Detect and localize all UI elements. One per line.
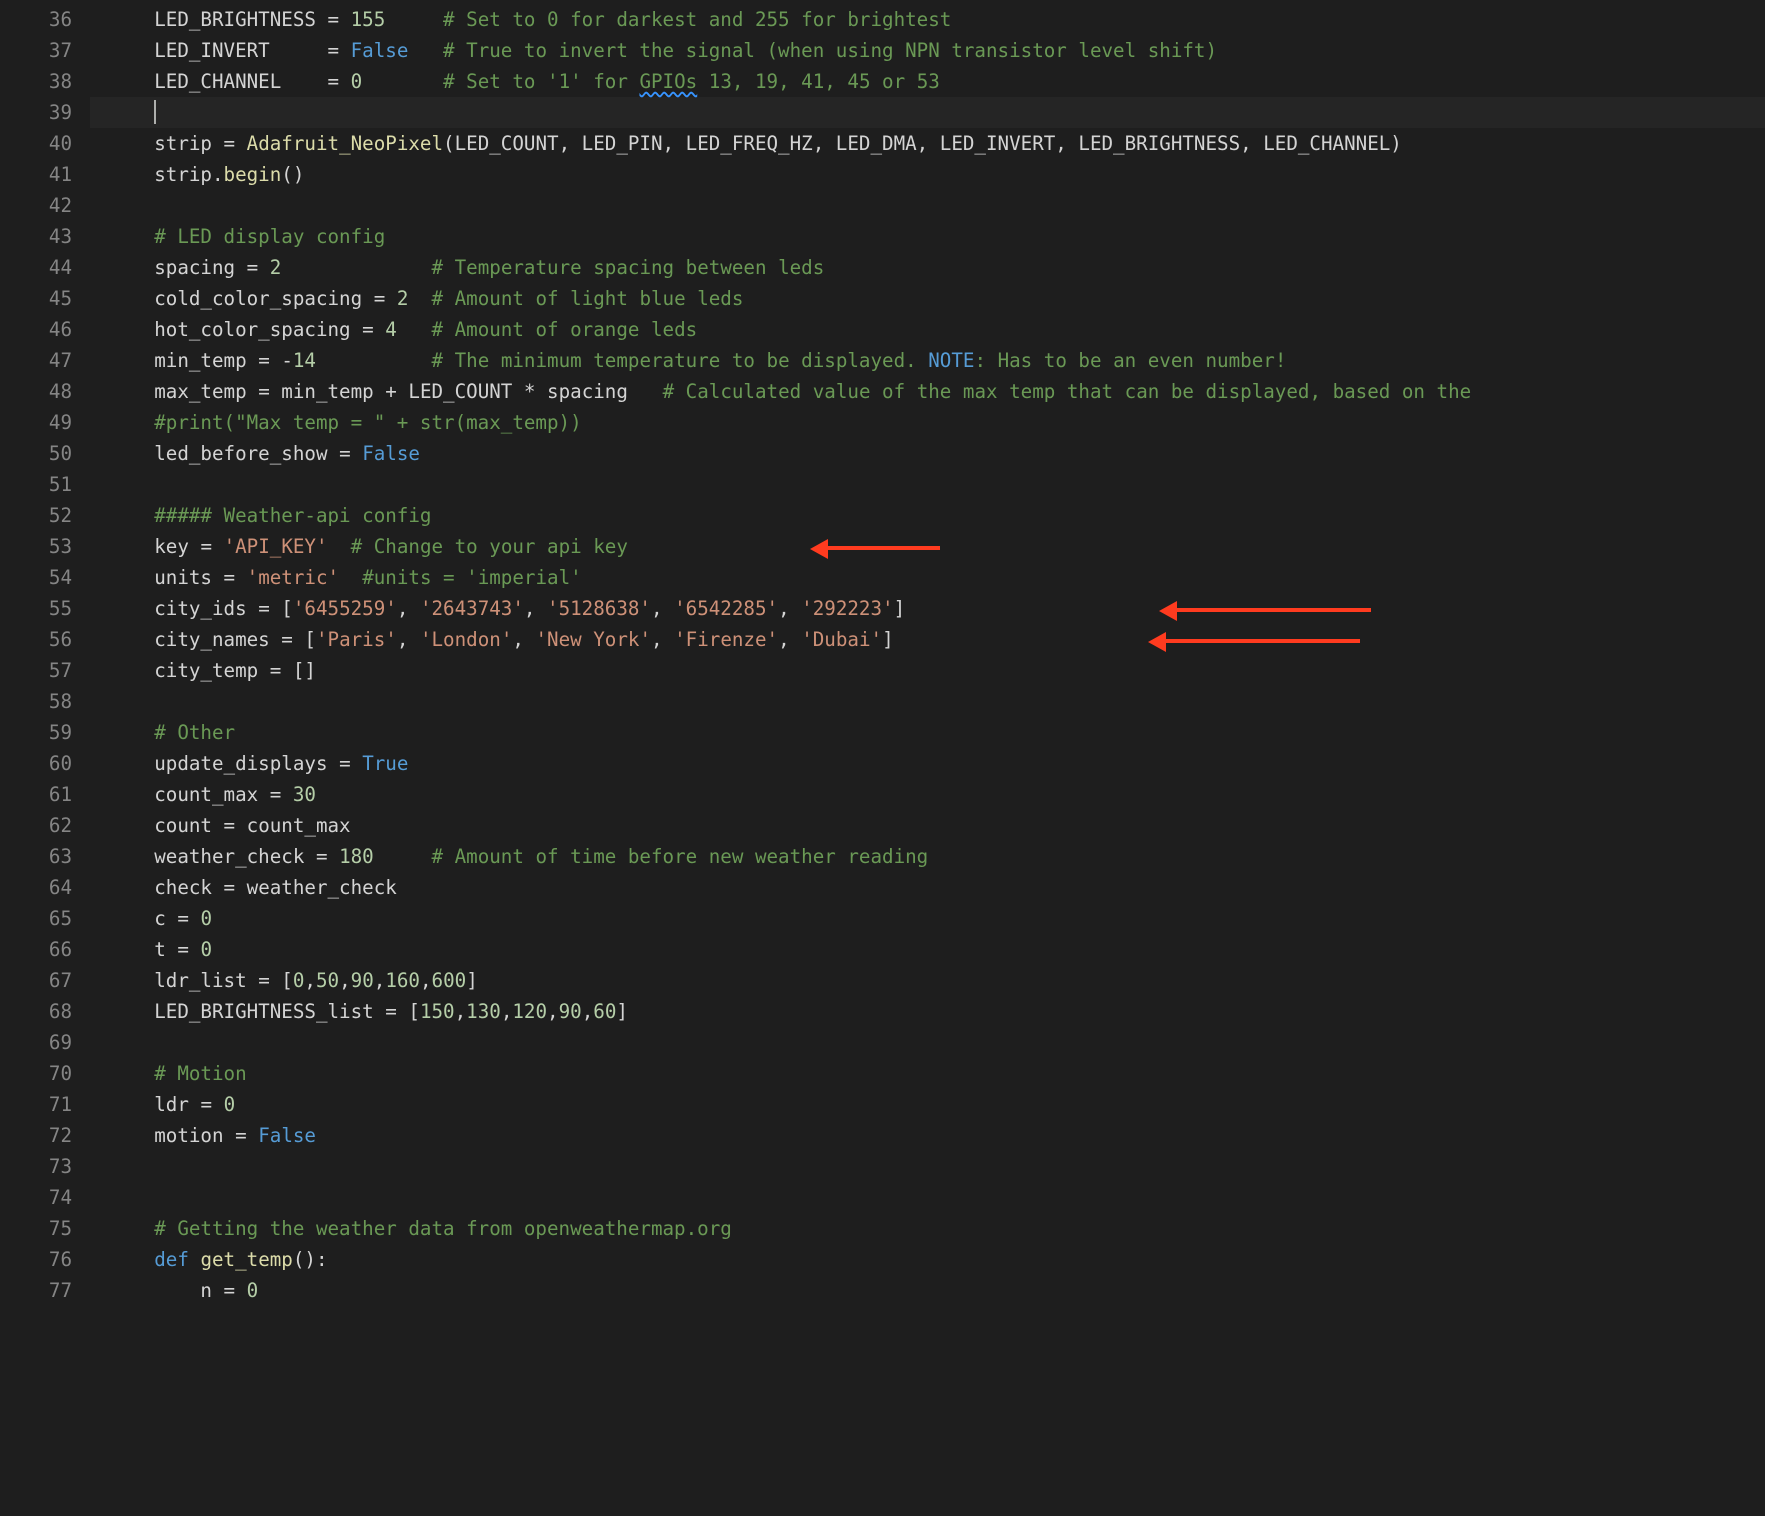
line-number: 74 <box>0 1182 72 1213</box>
code-line[interactable]: weather_check = 180 # Amount of time bef… <box>90 841 1765 872</box>
line-number: 44 <box>0 252 72 283</box>
line-number: 51 <box>0 469 72 500</box>
code-line[interactable]: cold_color_spacing = 2 # Amount of light… <box>90 283 1765 314</box>
code-line[interactable] <box>90 1027 1765 1058</box>
code-line[interactable]: hot_color_spacing = 4 # Amount of orange… <box>90 314 1765 345</box>
code-line[interactable]: # Motion <box>90 1058 1765 1089</box>
line-number: 60 <box>0 748 72 779</box>
code-line[interactable]: units = 'metric' #units = 'imperial' <box>90 562 1765 593</box>
line-number: 38 <box>0 66 72 97</box>
line-number: 64 <box>0 872 72 903</box>
code-line[interactable]: strip = Adafruit_NeoPixel(LED_COUNT, LED… <box>90 128 1765 159</box>
code-line[interactable]: # Getting the weather data from openweat… <box>90 1213 1765 1244</box>
line-number: 47 <box>0 345 72 376</box>
code-line[interactable] <box>90 686 1765 717</box>
line-number: 66 <box>0 934 72 965</box>
code-line[interactable]: key = 'API_KEY' # Change to your api key <box>90 531 1765 562</box>
line-number: 45 <box>0 283 72 314</box>
code-line[interactable]: # LED display config <box>90 221 1765 252</box>
line-number: 57 <box>0 655 72 686</box>
line-number: 40 <box>0 128 72 159</box>
code-line[interactable]: n = 0 <box>90 1275 1765 1306</box>
code-line[interactable]: led_before_show = False <box>90 438 1765 469</box>
code-line[interactable] <box>90 1182 1765 1213</box>
line-number: 58 <box>0 686 72 717</box>
code-line[interactable] <box>90 469 1765 500</box>
line-number: 37 <box>0 35 72 66</box>
code-line[interactable]: c = 0 <box>90 903 1765 934</box>
code-line[interactable]: LED_INVERT = False # True to invert the … <box>90 35 1765 66</box>
line-number: 42 <box>0 190 72 221</box>
line-number: 69 <box>0 1027 72 1058</box>
line-number: 65 <box>0 903 72 934</box>
code-line[interactable]: #print("Max temp = " + str(max_temp)) <box>90 407 1765 438</box>
line-number: 55 <box>0 593 72 624</box>
code-line[interactable]: def get_temp(): <box>90 1244 1765 1275</box>
line-number-gutter: 3637383940414243444546474849505152535455… <box>0 0 90 1516</box>
line-number: 59 <box>0 717 72 748</box>
text-cursor <box>154 100 156 124</box>
code-line[interactable]: # Other <box>90 717 1765 748</box>
line-number: 77 <box>0 1275 72 1306</box>
code-line[interactable]: ##### Weather-api config <box>90 500 1765 531</box>
code-line[interactable]: motion = False <box>90 1120 1765 1151</box>
code-line[interactable] <box>90 1151 1765 1182</box>
code-line[interactable]: max_temp = min_temp + LED_COUNT * spacin… <box>90 376 1765 407</box>
line-number: 62 <box>0 810 72 841</box>
code-line[interactable]: city_temp = [] <box>90 655 1765 686</box>
code-line[interactable] <box>90 190 1765 221</box>
code-line[interactable]: t = 0 <box>90 934 1765 965</box>
line-number: 46 <box>0 314 72 345</box>
line-number: 41 <box>0 159 72 190</box>
line-number: 61 <box>0 779 72 810</box>
line-number: 67 <box>0 965 72 996</box>
code-line[interactable]: check = weather_check <box>90 872 1765 903</box>
line-number: 68 <box>0 996 72 1027</box>
code-line[interactable]: spacing = 2 # Temperature spacing betwee… <box>90 252 1765 283</box>
line-number: 52 <box>0 500 72 531</box>
code-line[interactable]: city_names = ['Paris', 'London', 'New Yo… <box>90 624 1765 655</box>
line-number: 49 <box>0 407 72 438</box>
line-number: 73 <box>0 1151 72 1182</box>
code-line[interactable]: update_displays = True <box>90 748 1765 779</box>
code-area[interactable]: LED_BRIGHTNESS = 155 # Set to 0 for dark… <box>90 0 1765 1516</box>
line-number: 53 <box>0 531 72 562</box>
code-line[interactable]: LED_BRIGHTNESS_list = [150,130,120,90,60… <box>90 996 1765 1027</box>
code-line[interactable]: LED_BRIGHTNESS = 155 # Set to 0 for dark… <box>90 4 1765 35</box>
line-number: 36 <box>0 4 72 35</box>
code-line[interactable]: city_ids = ['6455259', '2643743', '51286… <box>90 593 1765 624</box>
line-number: 56 <box>0 624 72 655</box>
line-number: 50 <box>0 438 72 469</box>
code-line[interactable]: strip.begin() <box>90 159 1765 190</box>
line-number: 54 <box>0 562 72 593</box>
code-line[interactable]: ldr = 0 <box>90 1089 1765 1120</box>
code-line[interactable]: ldr_list = [0,50,90,160,600] <box>90 965 1765 996</box>
code-editor[interactable]: 3637383940414243444546474849505152535455… <box>0 0 1765 1516</box>
code-line[interactable]: count_max = 30 <box>90 779 1765 810</box>
line-number: 76 <box>0 1244 72 1275</box>
code-line[interactable] <box>90 97 1765 128</box>
code-line[interactable]: count = count_max <box>90 810 1765 841</box>
line-number: 71 <box>0 1089 72 1120</box>
line-number: 72 <box>0 1120 72 1151</box>
line-number: 75 <box>0 1213 72 1244</box>
line-number: 48 <box>0 376 72 407</box>
line-number: 70 <box>0 1058 72 1089</box>
line-number: 43 <box>0 221 72 252</box>
line-number: 63 <box>0 841 72 872</box>
code-line[interactable]: LED_CHANNEL = 0 # Set to '1' for GPIOs 1… <box>90 66 1765 97</box>
line-number: 39 <box>0 97 72 128</box>
code-line[interactable]: min_temp = -14 # The minimum temperature… <box>90 345 1765 376</box>
